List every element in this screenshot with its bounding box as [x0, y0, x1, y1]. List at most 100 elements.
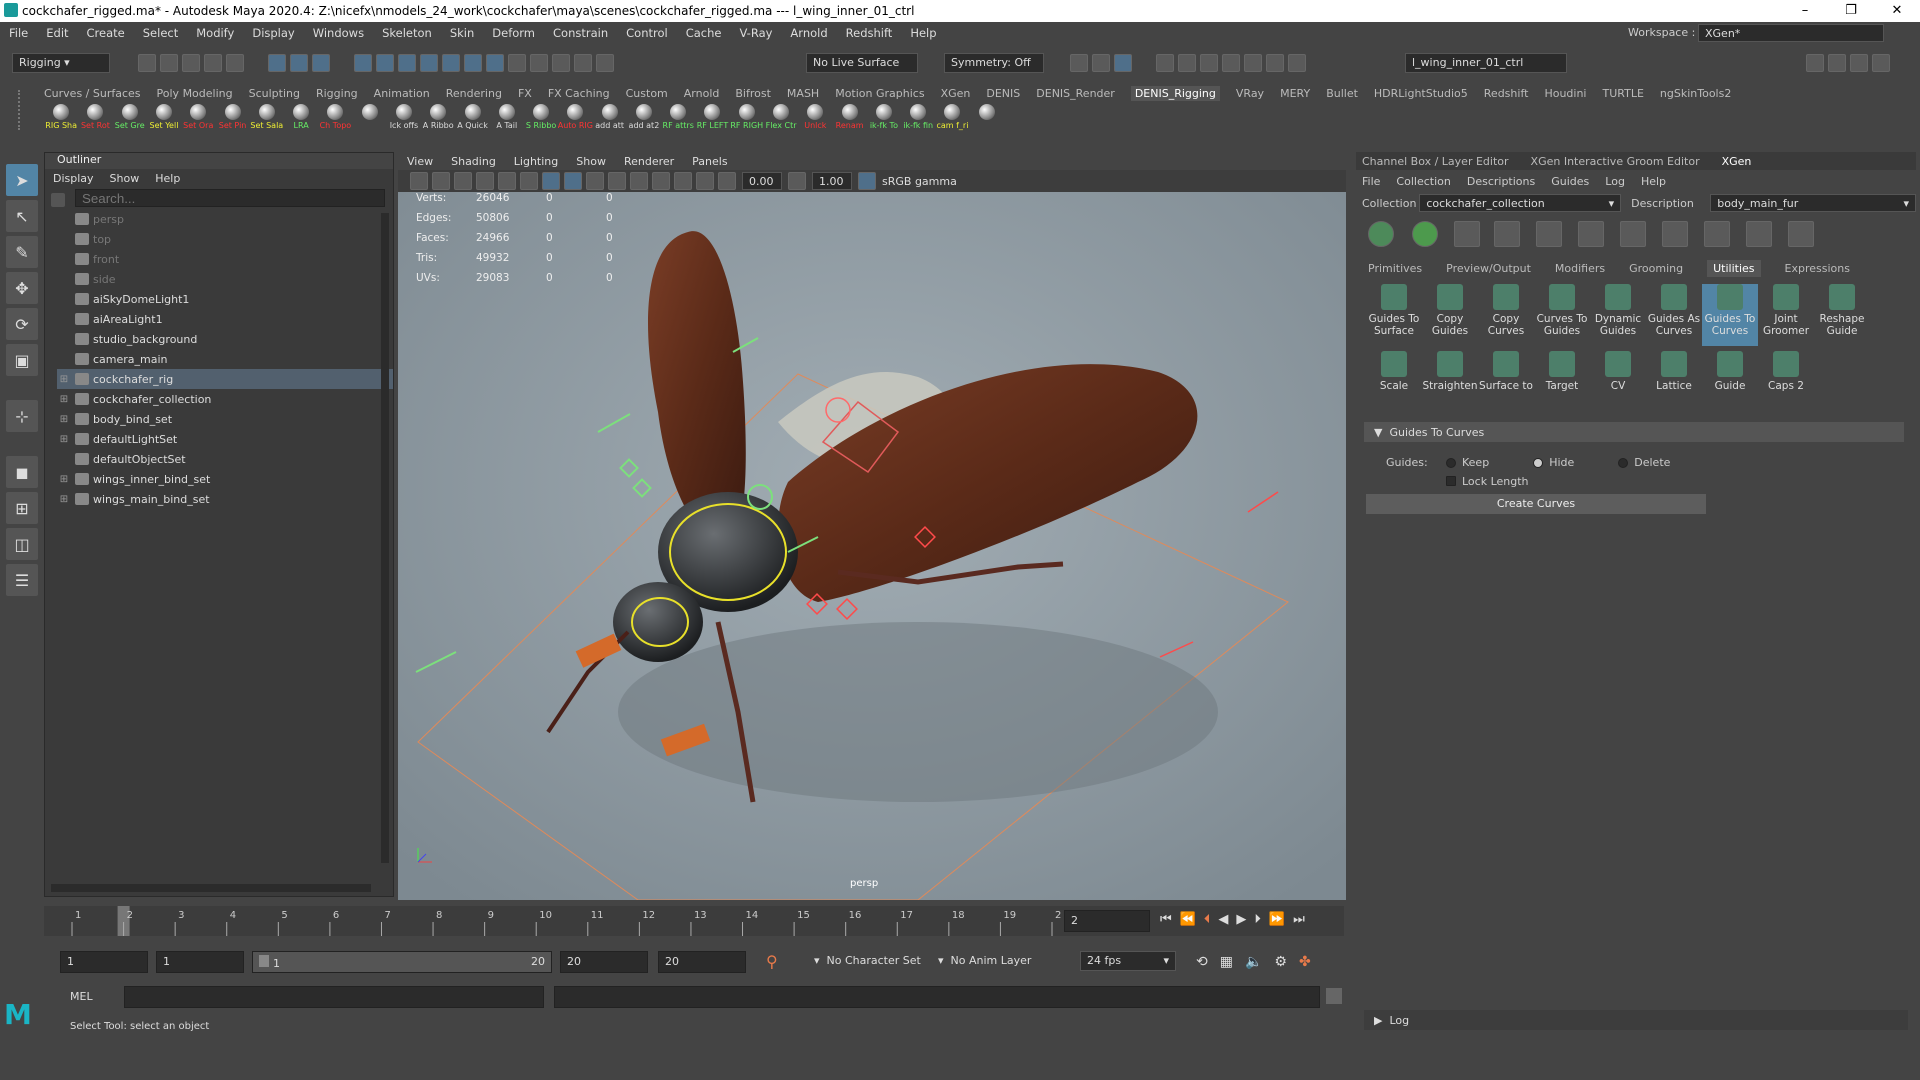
bookmarks-icon[interactable]: [432, 172, 450, 190]
camera-attributes-icon[interactable]: [410, 172, 428, 190]
shelf-button[interactable]: cam f_ri: [935, 104, 969, 138]
xgen-menu-file[interactable]: File: [1362, 175, 1380, 188]
outliner-item[interactable]: aiSkyDomeLight1: [57, 289, 393, 309]
outliner-item[interactable]: top: [57, 229, 393, 249]
xgen-subtab-modifiers[interactable]: Modifiers: [1555, 262, 1605, 275]
shelf-tab-poly-modeling[interactable]: Poly Modeling: [157, 87, 233, 100]
render-icon[interactable]: [530, 54, 548, 72]
guides-to-curves-section[interactable]: ▼ Guides To Curves: [1364, 422, 1904, 442]
xgen-subtab-grooming[interactable]: Grooming: [1629, 262, 1683, 275]
shelf-button[interactable]: [970, 104, 1004, 138]
guide-flow-icon[interactable]: [1662, 221, 1688, 247]
xgen-menu-help[interactable]: Help: [1641, 175, 1666, 188]
outliner-item[interactable]: front: [57, 249, 393, 269]
utility-cv[interactable]: CV: [1590, 351, 1646, 413]
xgen-subtab-preview-output[interactable]: Preview/Output: [1446, 262, 1531, 275]
utility-dynamic-guides[interactable]: Dynamic Guides: [1590, 284, 1646, 346]
shelf-tab-fx[interactable]: FX: [518, 87, 532, 100]
utility-curves-to-guides[interactable]: Curves To Guides: [1534, 284, 1590, 346]
auto-key-icon[interactable]: ⚲: [766, 952, 778, 971]
shelf-tab-vray[interactable]: VRay: [1236, 87, 1264, 100]
sculpt-guides-icon[interactable]: [1494, 221, 1520, 247]
panel-tab-xgen[interactable]: XGen: [1722, 155, 1752, 168]
viewport-menu-show[interactable]: Show: [576, 155, 606, 168]
ambient-occlusion-icon[interactable]: [652, 172, 670, 190]
xgen-subtab-primitives[interactable]: Primitives: [1368, 262, 1422, 275]
shelf-tab-mash[interactable]: MASH: [787, 87, 819, 100]
lock-icon[interactable]: [486, 54, 504, 72]
step-back-key-icon[interactable]: ⏪: [1180, 912, 1196, 927]
shelf-button[interactable]: add att: [593, 104, 627, 138]
rebuild-guides-icon[interactable]: [1578, 221, 1604, 247]
live-surface-field[interactable]: No Live Surface: [806, 53, 918, 73]
panel-tab-channel-box-layer-editor[interactable]: Channel Box / Layer Editor: [1362, 155, 1509, 168]
create-curves-button[interactable]: Create Curves: [1366, 494, 1706, 514]
open-scene-icon[interactable]: [160, 54, 178, 72]
outliner-menu-show[interactable]: Show: [110, 172, 140, 185]
shelf-tab-custom[interactable]: Custom: [626, 87, 668, 100]
go-to-start-icon[interactable]: ⏮: [1160, 912, 1172, 927]
menu-create[interactable]: Create: [87, 26, 125, 40]
selection-name-field[interactable]: l_wing_inner_01_ctrl: [1405, 53, 1567, 73]
menu-constrain[interactable]: Constrain: [553, 26, 608, 40]
shelf-tab-xgen[interactable]: XGen: [941, 87, 971, 100]
menu-skin[interactable]: Skin: [450, 26, 474, 40]
save-scene-icon[interactable]: [182, 54, 200, 72]
shelf-button[interactable]: Set Yell: [147, 104, 181, 138]
menu-control[interactable]: Control: [626, 26, 668, 40]
xgen-subtab-expressions[interactable]: Expressions: [1785, 262, 1850, 275]
utility-joint-groomer[interactable]: Joint Groomer: [1758, 284, 1814, 346]
show-manipulator-icon[interactable]: ⊹: [6, 400, 38, 432]
utility-straighten[interactable]: Straighten: [1422, 351, 1478, 413]
channel-box-icon[interactable]: [1872, 54, 1890, 72]
shelf-button[interactable]: ik-fk To: [867, 104, 901, 138]
expand-icon[interactable]: ⊞: [57, 374, 71, 385]
time-slider[interactable]: 1234567891011121314151617181920 2 ⏮ ⏪ ⏴ …: [44, 906, 1344, 936]
shelf-button[interactable]: A Tail: [490, 104, 524, 138]
expand-icon[interactable]: ⊞: [57, 434, 71, 445]
normalize-guides-icon[interactable]: [1704, 221, 1730, 247]
shelf-tab-mery[interactable]: MERY: [1280, 87, 1310, 100]
gamma-icon[interactable]: [788, 172, 806, 190]
snap-pivot-icon[interactable]: [464, 54, 482, 72]
shelf-button[interactable]: Ch Topo: [318, 104, 352, 138]
current-frame-field[interactable]: 2: [1064, 910, 1150, 932]
shelf-tab-rendering[interactable]: Rendering: [446, 87, 502, 100]
menu-file[interactable]: File: [9, 26, 28, 40]
utility-caps-2[interactable]: Caps 2: [1758, 351, 1814, 413]
outliner-layout-icon[interactable]: ☰: [6, 564, 38, 596]
outliner-item[interactable]: ⊞ wings_inner_bind_set: [57, 469, 393, 489]
shelf-button[interactable]: Set Sala: [250, 104, 284, 138]
fps-dropdown[interactable]: 24 fps ▾: [1080, 951, 1176, 971]
tool-settings-icon[interactable]: [1850, 54, 1868, 72]
log-section[interactable]: ▶ Log: [1364, 1010, 1908, 1030]
sound-icon[interactable]: 🔈: [1245, 954, 1262, 970]
go-to-end-icon[interactable]: ⏭: [1293, 912, 1305, 927]
shelf-button[interactable]: RF LEFT: [695, 104, 729, 138]
viewport-menu-view[interactable]: View: [407, 155, 433, 168]
menu-edit[interactable]: Edit: [46, 26, 68, 40]
menu-select[interactable]: Select: [143, 26, 178, 40]
loop-icon[interactable]: ⟲: [1196, 954, 1208, 970]
beetle-head[interactable]: [613, 582, 703, 662]
paint-select-icon[interactable]: ✎: [6, 236, 38, 268]
radio-delete[interactable]: [1618, 457, 1629, 468]
shelf-button[interactable]: RF attrs: [661, 104, 695, 138]
snap-point-icon[interactable]: [398, 54, 416, 72]
redo-icon[interactable]: [226, 54, 244, 72]
step-forward-key-icon[interactable]: ⏩: [1269, 912, 1285, 927]
scale-tool-icon[interactable]: ▣: [6, 344, 38, 376]
shelf-tab-ngskintools2[interactable]: ngSkinTools2: [1660, 87, 1731, 100]
visibility-icon[interactable]: [1368, 221, 1394, 247]
shelf-button[interactable]: RF RIGH: [730, 104, 764, 138]
shelf-button[interactable]: Set Pin: [215, 104, 249, 138]
history-icon[interactable]: [508, 54, 526, 72]
attribute-editor-icon[interactable]: [1828, 54, 1846, 72]
menu-set-dropdown[interactable]: Rigging ▾: [12, 53, 110, 73]
cache-playback-icon[interactable]: ▦: [1220, 954, 1233, 970]
shelf-button[interactable]: A Quick: [455, 104, 489, 138]
new-scene-icon[interactable]: [138, 54, 156, 72]
rotate-tool-icon[interactable]: ⟳: [6, 308, 38, 340]
panel-tab-xgen-interactive-groom-editor[interactable]: XGen Interactive Groom Editor: [1531, 155, 1700, 168]
single-perspective-layout-icon[interactable]: ◼: [6, 456, 38, 488]
